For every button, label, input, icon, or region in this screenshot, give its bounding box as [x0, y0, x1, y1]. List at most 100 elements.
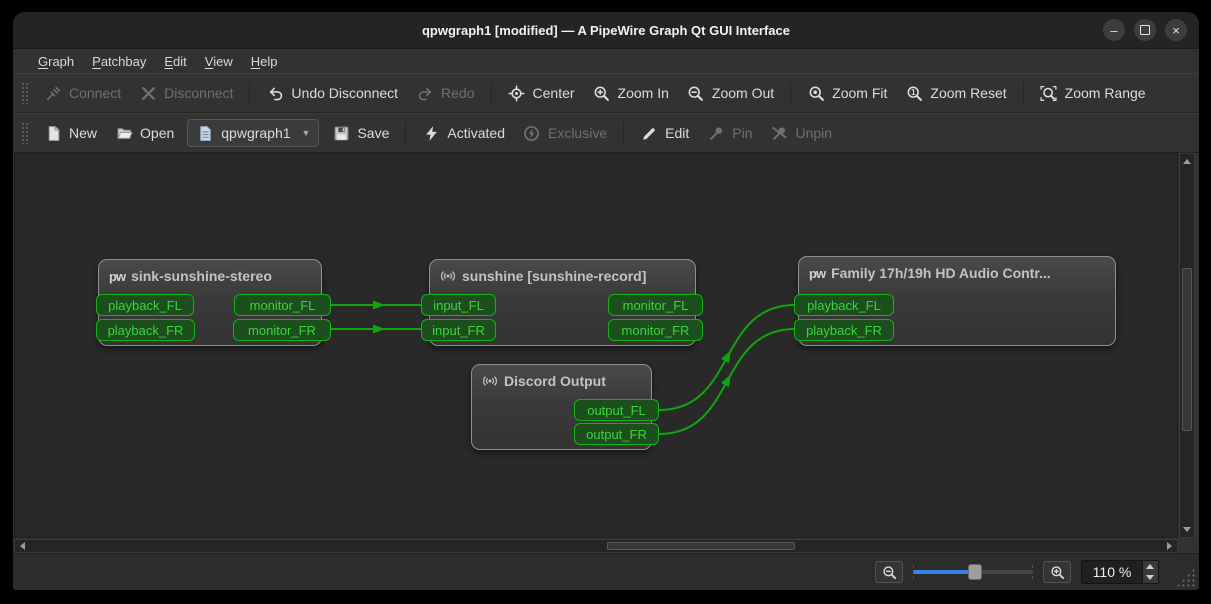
zoom-out-small-button[interactable]	[875, 561, 903, 583]
node-title: sink-sunshine-stereo	[131, 268, 272, 284]
menu-graph[interactable]: Graph	[29, 52, 83, 71]
port-monitor_FL[interactable]: monitor_FL	[608, 294, 703, 316]
window-controls: – ×	[1103, 19, 1187, 41]
menu-view[interactable]: View	[196, 52, 242, 71]
undo-disconnect-button[interactable]: Undo Disconnect	[257, 78, 407, 108]
port-playback_FR[interactable]: playback_FR	[794, 319, 894, 341]
toolbar-drag-handle[interactable]	[21, 122, 28, 144]
button-label: Zoom Out	[711, 85, 775, 101]
spin-up-icon[interactable]	[1143, 561, 1158, 572]
activated-button[interactable]: Activated	[413, 118, 514, 148]
qpwgraph-window: qpwgraph1 [modified] — A PipeWire Graph …	[13, 12, 1199, 590]
port-playback_FR[interactable]: playback_FR	[96, 319, 195, 341]
button-label: Connect	[69, 85, 122, 101]
port-output_FL[interactable]: output_FL	[574, 399, 659, 421]
zoom-range-button[interactable]: Zoom Range	[1031, 78, 1155, 108]
toolbar-separator	[790, 81, 792, 105]
scroll-down-icon[interactable]	[1183, 527, 1191, 532]
node-header: sunshine [sunshine-record]	[430, 260, 695, 284]
node-header: Discord Output	[472, 365, 651, 389]
center-button[interactable]: Center	[499, 78, 584, 108]
zoom-value: 110 %	[1092, 564, 1132, 580]
port-input_FL[interactable]: input_FL	[421, 294, 496, 316]
minimize-button[interactable]: –	[1103, 19, 1125, 41]
window-resize-grip[interactable]	[1176, 568, 1195, 587]
unpin-button[interactable]: Unpin	[761, 118, 841, 148]
vertical-scrollbar[interactable]	[1179, 153, 1195, 538]
zoom-reset-button[interactable]: 1 Zoom Reset	[896, 78, 1015, 108]
center-icon	[508, 84, 526, 102]
menu-edit[interactable]: Edit	[155, 52, 195, 71]
edit-button[interactable]: Edit	[631, 118, 698, 148]
horizontal-scrollbar[interactable]	[14, 539, 1178, 553]
port-playback_FL[interactable]: playback_FL	[794, 294, 894, 316]
zoom-fit-icon	[807, 84, 825, 102]
connect-button[interactable]: Connect	[35, 78, 130, 108]
port-monitor_FL[interactable]: monitor_FL	[234, 294, 331, 316]
toolbar-separator	[490, 81, 492, 105]
scroll-right-icon[interactable]	[1167, 542, 1172, 550]
zoom-in-button[interactable]: Zoom In	[584, 78, 678, 108]
audio-icon	[440, 268, 456, 284]
patchbay-profile-dropdown-button[interactable]: qpwgraph1 ▼	[187, 119, 320, 147]
button-label: Pin	[732, 125, 753, 141]
zoom-slider-handle[interactable]	[968, 564, 983, 580]
open-icon	[115, 124, 133, 142]
exclusive-button[interactable]: Exclusive	[514, 118, 616, 148]
zoom-in-small-button[interactable]	[1043, 561, 1071, 583]
close-button[interactable]: ×	[1165, 19, 1187, 41]
toolbar-graph: Connect Disconnect Undo Disconnect Redo Cent…	[13, 73, 1199, 113]
open-button[interactable]: Open	[106, 118, 183, 148]
button-label: Zoom Range	[1064, 85, 1146, 101]
button-label: Exclusive	[547, 125, 608, 141]
menu-help[interactable]: Help	[242, 52, 287, 71]
pin-button[interactable]: Pin	[698, 118, 761, 148]
spin-down-icon[interactable]	[1143, 572, 1158, 583]
unpin-icon	[770, 124, 788, 142]
toolbar-patchbay: New Open qpwgraph1 ▼ Save Activated Exclusive E…	[13, 113, 1199, 153]
toolbar-drag-handle[interactable]	[21, 82, 28, 104]
node-title: Discord Output	[504, 373, 606, 389]
node-header: pw sink-sunshine-stereo	[99, 260, 321, 284]
scroll-up-icon[interactable]	[1183, 159, 1191, 164]
file-icon	[196, 124, 214, 142]
save-button[interactable]: Save	[323, 118, 398, 148]
port-playback_FL[interactable]: playback_FL	[96, 294, 194, 316]
wire-arrowhead-icon	[721, 374, 731, 388]
maximize-button[interactable]	[1134, 19, 1156, 41]
port-input_FR[interactable]: input_FR	[421, 319, 496, 341]
activated-icon	[422, 124, 440, 142]
save-icon	[332, 124, 350, 142]
button-label: Zoom In	[617, 85, 669, 101]
port-output_FR[interactable]: output_FR	[574, 423, 659, 445]
button-label: Undo Disconnect	[291, 85, 399, 101]
pw-icon: pw	[109, 268, 126, 284]
zoom-spinbox[interactable]: 110 %	[1081, 560, 1159, 584]
button-label: New	[69, 125, 98, 141]
button-label: qpwgraph1	[221, 125, 291, 141]
wire-arrowhead-icon	[373, 324, 385, 334]
menu-patchbay[interactable]: Patchbay	[83, 52, 155, 71]
zoom-slider[interactable]	[913, 562, 1033, 582]
port-monitor_FR[interactable]: monitor_FR	[608, 319, 703, 341]
new-button[interactable]: New	[35, 118, 106, 148]
toolbar-separator	[249, 81, 251, 105]
node-header: pw Family 17h/19h HD Audio Contr...	[799, 257, 1115, 281]
graph-viewport[interactable]: pw sink-sunshine-stereo playback_FL playbac…	[14, 153, 1178, 538]
disconnect-button[interactable]: Disconnect	[130, 78, 242, 108]
dropdown-caret-icon[interactable]: ▼	[302, 128, 311, 138]
redo-button[interactable]: Redo	[407, 78, 483, 108]
zoom-range-icon	[1040, 84, 1058, 102]
zoom-out-button[interactable]: Zoom Out	[678, 78, 783, 108]
scroll-left-icon[interactable]	[20, 542, 25, 550]
disconnect-icon	[139, 84, 157, 102]
svg-text:1: 1	[911, 87, 916, 96]
new-icon	[44, 124, 62, 142]
port-monitor_FR[interactable]: monitor_FR	[233, 319, 331, 341]
zoom-fit-button[interactable]: Zoom Fit	[798, 78, 896, 108]
toolbar-separator	[623, 121, 625, 145]
button-label: Disconnect	[164, 85, 234, 101]
horizontal-scrollbar-thumb[interactable]	[607, 542, 795, 550]
vertical-scrollbar-thumb[interactable]	[1182, 268, 1192, 431]
titlebar[interactable]: qpwgraph1 [modified] — A PipeWire Graph …	[13, 12, 1199, 49]
